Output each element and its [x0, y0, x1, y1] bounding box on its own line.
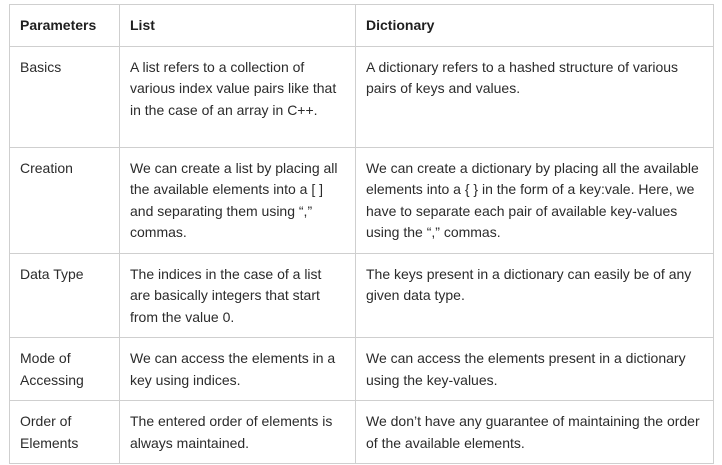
parameter-cell: Creation: [9, 146, 120, 254]
list-cell: The indices in the case of a list are ba…: [119, 252, 356, 338]
dictionary-cell: We can access the elements present in a …: [355, 337, 714, 401]
header-parameters: Parameters: [9, 4, 120, 47]
table-body: Basics A list refers to a collection of …: [9, 45, 714, 464]
parameter-cell: Order of Elements: [9, 400, 120, 464]
list-cell: The entered order of elements is always …: [119, 400, 356, 464]
dictionary-cell: The keys present in a dictionary can eas…: [355, 252, 714, 338]
list-cell: A list refers to a collection of various…: [119, 45, 356, 148]
page: Parameters List Dictionary Basics A list…: [0, 0, 722, 465]
table-row: Order of Elements The entered order of e…: [9, 400, 714, 464]
list-cell: We can access the elements in a key usin…: [119, 337, 356, 401]
header-row: Parameters List Dictionary: [9, 4, 714, 47]
dictionary-cell: We don’t have any guarantee of maintaini…: [355, 400, 714, 464]
list-cell: We can create a list by placing all the …: [119, 146, 356, 254]
dictionary-cell: We can create a dictionary by placing al…: [355, 146, 714, 254]
parameter-cell: Data Type: [9, 252, 120, 338]
table-row: Data Type The indices in the case of a l…: [9, 252, 714, 338]
table-header: Parameters List Dictionary: [9, 4, 714, 47]
table-row: Creation We can create a list by placing…: [9, 146, 714, 254]
table-row: Mode of Accessing We can access the elem…: [9, 337, 714, 401]
dictionary-cell: A dictionary refers to a hashed structur…: [355, 45, 714, 148]
parameter-cell: Basics: [9, 45, 120, 148]
header-list: List: [119, 4, 356, 47]
header-dictionary: Dictionary: [355, 4, 714, 47]
parameter-cell: Mode of Accessing: [9, 337, 120, 401]
table-row: Basics A list refers to a collection of …: [9, 45, 714, 148]
comparison-table: Parameters List Dictionary Basics A list…: [9, 4, 714, 464]
